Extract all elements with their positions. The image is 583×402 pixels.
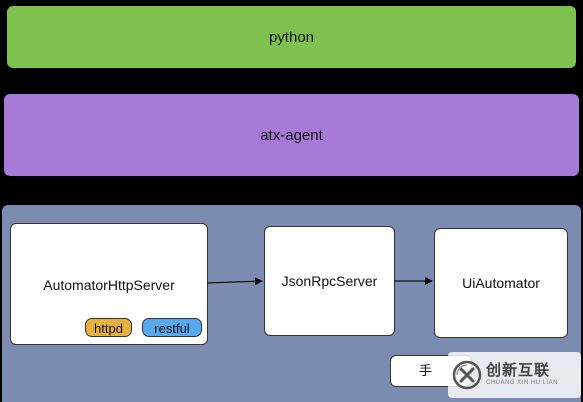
watermark-cn: 创新互联: [486, 362, 551, 379]
phone-label: 手: [419, 363, 433, 378]
watermark-en: CHUANG XIN HU LIAN: [486, 380, 559, 386]
watermark: 创新互联 CHUANG XIN HU LIAN: [448, 352, 581, 398]
watermark-text: 创新互联 CHUANG XIN HU LIAN: [486, 362, 558, 388]
connector-arrows: [206, 277, 433, 286]
watermark-logo-icon: [452, 360, 482, 390]
arrow-right-icon: [206, 277, 263, 286]
